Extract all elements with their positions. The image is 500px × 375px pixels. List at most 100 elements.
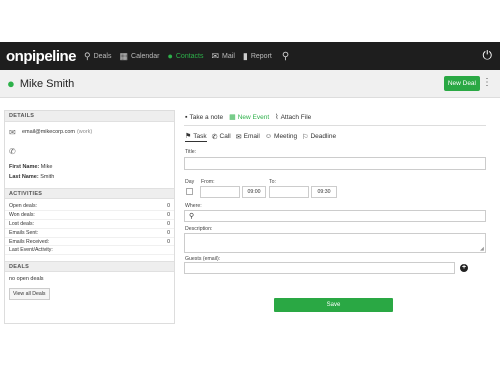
activity-label: Last Event/Activity: — [9, 247, 53, 254]
list-item: Last Event/Activity: — [5, 246, 174, 256]
mail-icon: ✉ — [235, 133, 242, 141]
list-item: Emails Sent: 0 — [5, 229, 174, 238]
bar-chart-icon: ▮ — [242, 50, 248, 61]
add-guest-icon[interactable]: + — [460, 264, 468, 272]
all-day-checkbox[interactable] — [186, 188, 193, 195]
day-label: Day — [185, 179, 195, 185]
nav-menu: ⚲ Deals ▦ Calendar ● Contacts ✉ Mail ▮ R… — [84, 51, 289, 62]
tab-new-event[interactable]: ▦ New Event — [229, 113, 270, 122]
to-date-input[interactable] — [269, 186, 309, 198]
activity-label: Won deals: — [9, 211, 35, 218]
last-name-value: Smith — [40, 174, 55, 180]
email-type: (work) — [76, 129, 93, 135]
to-label: To: — [269, 179, 276, 185]
tab-label: Meeting — [274, 133, 298, 140]
nav-label: Deals — [93, 52, 112, 60]
tab-email[interactable]: ✉ Email — [236, 133, 260, 142]
list-item: Open deals: 0 — [5, 202, 174, 211]
email-value[interactable]: email@mikecorp.com — [22, 129, 75, 135]
person-icon: ● — [167, 51, 173, 61]
resize-handle-icon[interactable]: ◢ — [480, 246, 484, 252]
tab-label: Task — [193, 132, 207, 140]
tab-label: New Event — [237, 113, 270, 121]
top-navbar: onpipeline ⚲ Deals ▦ Calendar ● Contacts… — [0, 42, 500, 70]
description-label: Description: — [185, 226, 213, 232]
meeting-icon: ☺ — [264, 133, 273, 140]
tab-deadline[interactable]: ⚐ Deadline — [302, 133, 336, 142]
new-deal-button[interactable]: New Deal — [443, 76, 480, 91]
activity-value: 0 — [167, 203, 170, 209]
nav-label: Mail — [222, 52, 235, 60]
activity-value: 0 — [167, 229, 170, 236]
guests-input[interactable] — [184, 262, 455, 274]
tab-label: Attach File — [280, 113, 312, 121]
nav-item-deals[interactable]: ⚲ Deals — [84, 51, 112, 62]
view-all-deals-button[interactable]: View all Deals — [9, 288, 50, 301]
to-time-input[interactable]: 09:30 — [311, 186, 337, 198]
activity-label: Lost deals: — [9, 220, 35, 227]
deals-section-title: DEALS — [5, 261, 174, 273]
tab-label: Call — [219, 133, 231, 140]
nav-item-mail[interactable]: ✉ Mail — [212, 51, 235, 62]
activity-label: Emails Sent: — [9, 229, 39, 236]
details-section-title: DETAILS — [5, 111, 174, 122]
contact-sidebar: DETAILS ✉ email@mikecorp.com (work) ✆ Fi… — [4, 110, 175, 324]
contact-name: Mike Smith — [19, 77, 75, 90]
first-name-value: Mike — [40, 164, 53, 170]
description-textarea[interactable] — [184, 233, 486, 253]
activity-label: Emails Received: — [9, 238, 50, 245]
calendar-icon: ▦ — [119, 50, 129, 61]
nav-item-report[interactable]: ▮ Report — [243, 51, 272, 62]
nav-item-contacts[interactable]: ● Contacts — [167, 51, 203, 61]
tab-label: Email — [243, 133, 260, 140]
event-type-tabs: ⚑ Task ✆ Call ✉ Email ☺ Meeting ⚐ Deadli… — [185, 132, 341, 142]
phone-icon: ✆ — [9, 146, 16, 156]
from-date-input[interactable] — [200, 186, 240, 198]
nav-label: Calendar — [131, 52, 160, 60]
nav-item-calendar[interactable]: ▦ Calendar — [120, 51, 160, 62]
last-name-row: Last Name: Smith — [5, 174, 174, 188]
tab-meeting[interactable]: ☺ Meeting — [265, 133, 297, 141]
title-input[interactable] — [184, 157, 486, 170]
tab-label: Take a note — [189, 113, 224, 121]
first-name-label: First Name: — [9, 164, 40, 170]
tab-label: Deadline — [310, 133, 337, 140]
note-icon: ▪ — [185, 113, 188, 121]
phone-row: ✆ — [5, 142, 174, 160]
tab-attach-file[interactable]: ⌇ Attach File — [275, 113, 312, 122]
no-deals-text: no open deals — [9, 276, 44, 283]
list-item: Won deals: 0 — [5, 211, 174, 220]
where-label: Where: — [185, 203, 202, 209]
contact-header: ● Mike Smith New Deal ⋮ — [0, 70, 500, 98]
mail-icon: ✉ — [211, 50, 220, 61]
activities-list: Open deals: 0 Won deals: 0 Lost deals: 0 Em… — [5, 199, 174, 256]
first-name-row: First Name: Mike — [5, 164, 174, 174]
more-options-icon[interactable]: ⋮ — [482, 77, 492, 88]
nav-label: Report — [250, 52, 272, 60]
tab-task[interactable]: ⚑ Task — [185, 132, 207, 142]
activity-label: Open deals: — [9, 203, 37, 209]
flag-icon: ⚐ — [302, 133, 309, 141]
action-tabs: ▪ Take a note ▦ New Event ⌇ Attach File — [185, 113, 317, 122]
task-icon: ⚑ — [185, 133, 192, 140]
nav-label: Contacts — [175, 52, 204, 60]
logo[interactable]: onpipeline — [6, 48, 77, 65]
filter-icon: ⚲ — [84, 50, 91, 61]
from-label: From: — [201, 179, 215, 185]
from-time-input[interactable]: 09:00 — [242, 186, 266, 198]
mail-icon: ✉ — [9, 127, 16, 137]
activity-value: 0 — [167, 220, 170, 227]
email-row: ✉ email@mikecorp.com (work) — [5, 122, 174, 142]
search-icon[interactable]: ⚲ — [282, 51, 289, 62]
power-icon[interactable]: ⏻ — [483, 48, 493, 63]
tab-take-note[interactable]: ▪ Take a note — [185, 114, 223, 121]
list-item: Lost deals: 0 — [5, 220, 174, 229]
tab-call[interactable]: ✆ Call — [212, 133, 231, 142]
where-input[interactable]: ⚲ — [184, 210, 486, 222]
last-name-label: Last Name: — [9, 174, 39, 180]
location-pin-icon: ⚲ — [189, 213, 195, 220]
activity-value: 0 — [167, 238, 170, 245]
divider — [184, 125, 486, 126]
activities-section-title: ACTIVITIES — [5, 188, 174, 199]
save-button[interactable]: Save — [274, 298, 393, 312]
